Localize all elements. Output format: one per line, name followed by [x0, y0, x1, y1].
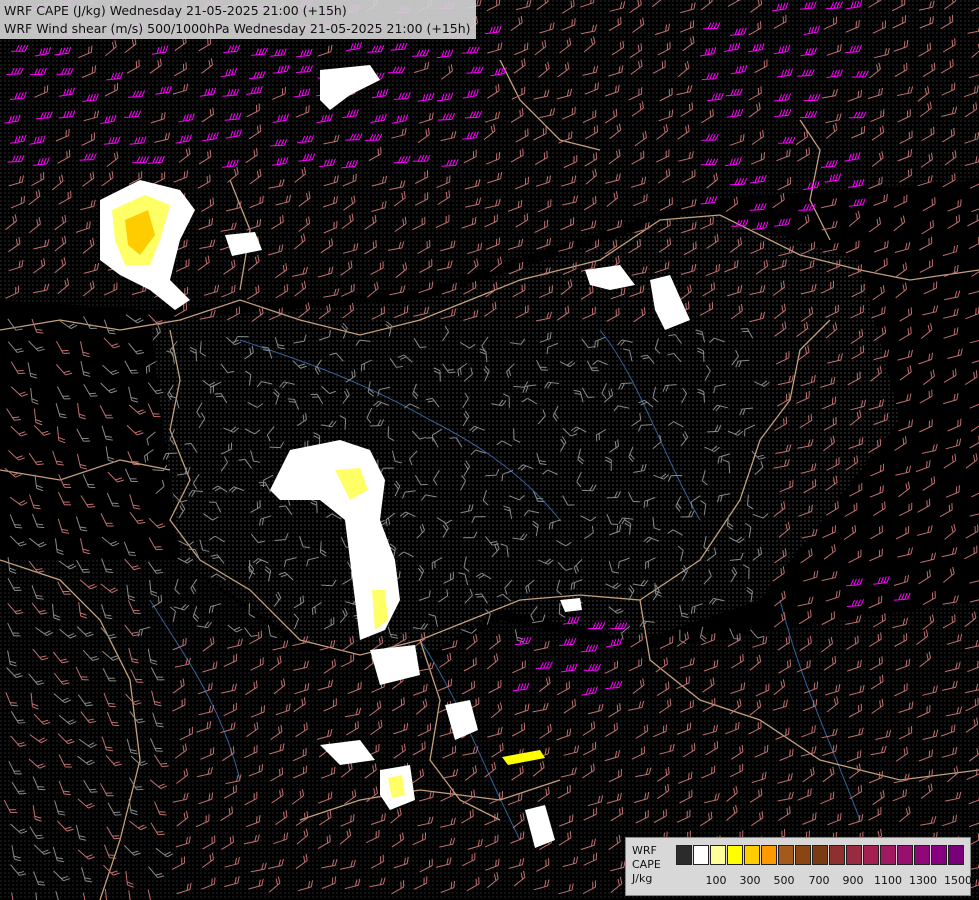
legend-label-line-1: WRF	[632, 844, 657, 857]
legend-swatch	[829, 845, 845, 865]
legend-tick: 700	[808, 874, 830, 887]
legend-label: WRF CAPE J/kg	[632, 844, 661, 886]
legend-tick: 900	[842, 874, 864, 887]
legend-swatch	[931, 845, 947, 865]
legend-tick: 300	[739, 874, 761, 887]
cape-title: WRF CAPE (J/kg) Wednesday 21-05-2025 21:…	[4, 3, 347, 18]
legend-label-line-2: CAPE	[632, 858, 661, 871]
legend-swatches	[676, 845, 965, 865]
legend-swatch	[897, 845, 913, 865]
legend-ticks: 100 300 500 700 900 1100 1300 1500	[676, 874, 973, 888]
legend-swatch	[880, 845, 896, 865]
legend-swatch	[812, 845, 828, 865]
legend-tick: 1100	[874, 874, 902, 887]
legend-tick: 1500	[944, 874, 972, 887]
legend-swatch	[778, 845, 794, 865]
legend-swatch	[795, 845, 811, 865]
cape-legend: WRF CAPE J/kg 100 300 500 700 900 1100 1…	[625, 837, 973, 896]
legend-label-line-3: J/kg	[632, 872, 653, 885]
legend-swatch	[761, 845, 777, 865]
legend-swatch	[846, 845, 862, 865]
legend-swatch	[710, 845, 726, 865]
legend-swatch	[727, 845, 743, 865]
legend-swatch	[863, 845, 879, 865]
map-header: WRF CAPE (J/kg) Wednesday 21-05-2025 21:…	[0, 0, 476, 39]
legend-tick: 100	[705, 874, 727, 887]
wind-shear-title: WRF Wind shear (m/s) 500/1000hPa Wednesd…	[4, 21, 471, 36]
legend-swatch	[744, 845, 760, 865]
legend-swatch	[948, 845, 964, 865]
legend-swatch	[914, 845, 930, 865]
legend-tick: 1300	[909, 874, 937, 887]
legend-swatch	[693, 845, 709, 865]
weather-map	[0, 0, 979, 900]
legend-tick: 500	[773, 874, 795, 887]
legend-swatch	[676, 845, 692, 865]
